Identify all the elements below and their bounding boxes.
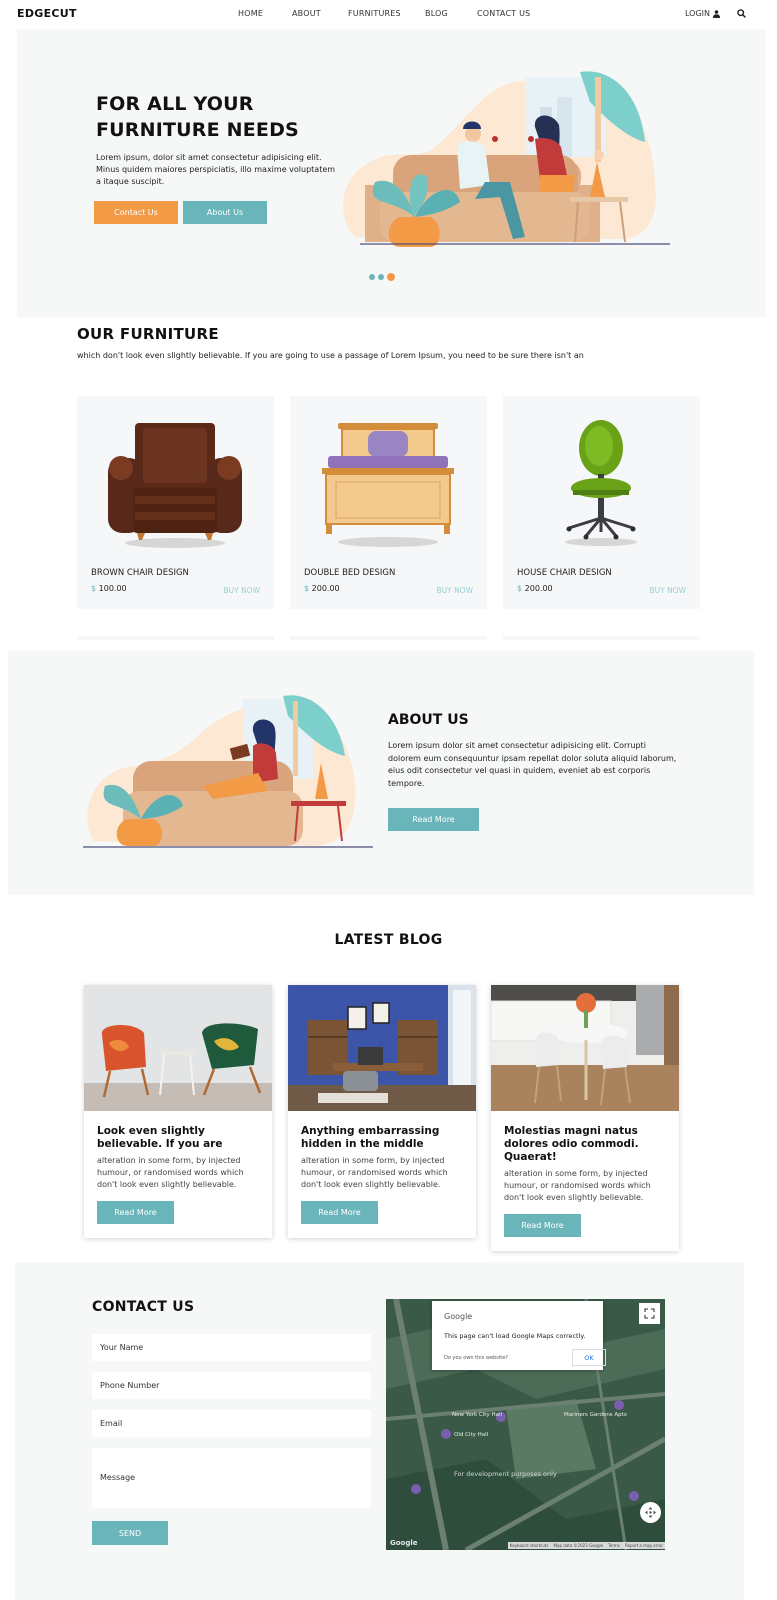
slider-dots [369,273,395,281]
product-name: BROWN CHAIR DESIGN [91,568,189,578]
slider-dot-active[interactable] [387,273,395,281]
about-read-more-button[interactable]: Read More [388,808,479,831]
google-brand: Google [444,1312,473,1321]
blog-image-study-room [288,985,476,1111]
product-name: DOUBLE BED DESIGN [304,568,396,578]
fullscreen-button[interactable] [639,1303,660,1324]
hero-contact-button[interactable]: Contact Us [94,201,178,224]
nav-about[interactable]: ABOUT [292,9,321,18]
product-price: $ 100.00 [91,584,127,593]
product-card[interactable]: HOUSE CHAIR DESIGN $ 200.00 BUY NOW [503,396,700,609]
living-room-illustration [343,71,670,247]
fullscreen-icon [644,1308,655,1319]
product-name: HOUSE CHAIR DESIGN [517,568,612,578]
map-label: New York City Hall [452,1412,503,1418]
nav-contact[interactable]: CONTACT US [477,9,530,18]
buy-now-link[interactable]: BUY NOW [436,586,473,595]
blog-image-dining-room [491,985,679,1111]
blog-read-more-button[interactable]: Read More [97,1201,174,1224]
slider-dot[interactable] [378,274,384,280]
buy-now-link[interactable]: BUY NOW [649,586,686,595]
product-card-partial [290,636,487,640]
map-pan-control[interactable] [640,1502,661,1523]
login-label: LOGIN [684,9,710,18]
map-footer-link[interactable]: Terms [608,1543,620,1548]
map-footer-link[interactable]: Keyboard shortcuts [510,1543,549,1548]
nav-furnitures[interactable]: FURNITURES [348,9,401,18]
blog-title: LATEST BLOG [334,932,443,948]
nav-blog[interactable]: BLOG [425,9,448,18]
office-chair-image [565,420,637,546]
product-card-partial [503,636,700,640]
send-button[interactable]: SEND [92,1521,168,1545]
furniture-subtitle: which don't look even slightly believabl… [77,351,584,360]
map-error-dialog: Google This page can't load Google Maps … [432,1301,606,1370]
product-card[interactable]: DOUBLE BED DESIGN $ 200.00 BUY NOW [290,396,487,609]
map-footer: Keyboard shortcuts Map data ©2023 Google… [507,1542,665,1549]
user-icon [713,9,720,18]
blog-post-title[interactable]: Look even slightly believable. If you ar… [97,1125,259,1151]
login-link[interactable]: LOGIN [685,9,720,18]
map-dev-text: For development purposes only [454,1470,557,1478]
name-field[interactable]: Your Name [92,1334,371,1361]
map-label: Old City Hall [454,1432,489,1438]
map-owner-question: Do you own this website? [444,1355,508,1361]
map-footer-text: Map data ©2023 Google [553,1543,604,1548]
search-icon[interactable] [737,9,746,18]
product-price: $ 200.00 [517,584,553,593]
move-icon [645,1507,656,1518]
map-error-message: This page can't load Google Maps correct… [444,1332,586,1340]
hero-text: Lorem ipsum, dolor sit amet consectetur … [96,153,336,186]
hero-section: FOR ALL YOUR FURNITURE NEEDS Lorem ipsum,… [17,29,766,317]
blog-card: Molestias magni natus dolores odio commo… [491,985,679,1251]
reading-woman-illustration [83,695,373,848]
email-field[interactable]: Email [92,1410,371,1437]
product-card[interactable]: BROWN CHAIR DESIGN $ 100.00 BUY NOW [77,396,274,609]
product-card-partial [77,636,274,640]
about-section: ABOUT US Lorem ipsum dolor sit amet cons… [8,651,754,895]
hero-title: FOR ALL YOUR FURNITURE NEEDS [96,93,299,141]
product-price: $ 200.00 [304,584,340,593]
blog-post-excerpt: alteration in some form, by injected hum… [97,1156,244,1189]
about-text: Lorem ipsum dolor sit amet consectetur a… [388,741,677,788]
map-label: Mariners Gardens Apts [564,1412,627,1418]
blog-image-chairs [84,985,272,1111]
blog-card: Anything embarrassing hidden in the midd… [288,985,476,1238]
map-ok-button[interactable]: OK [572,1349,606,1366]
furniture-title: OUR FURNITURE [77,325,219,343]
google-logo[interactable]: Google [390,1539,418,1547]
armchair-image [108,423,242,548]
map-embed[interactable]: New York City Hall Old City Hall Mariner… [386,1299,665,1550]
blog-post-excerpt: alteration in some form, by injected hum… [504,1169,651,1202]
phone-field[interactable]: Phone Number [92,1372,371,1399]
blog-post-excerpt: alteration in some form, by injected hum… [301,1156,448,1189]
blog-post-title[interactable]: Molestias magni natus dolores odio commo… [504,1125,666,1164]
blog-card: Look even slightly believable. If you ar… [84,985,272,1238]
map-footer-link[interactable]: Report a map error [625,1543,663,1548]
blog-read-more-button[interactable]: Read More [301,1201,378,1224]
contact-section: CONTACT US Your Name Phone Number Email … [15,1262,744,1600]
blog-post-title[interactable]: Anything embarrassing hidden in the midd… [301,1125,463,1151]
nav-home[interactable]: HOME [238,9,263,18]
blog-read-more-button[interactable]: Read More [504,1214,581,1237]
slider-dot[interactable] [369,274,375,280]
buy-now-link[interactable]: BUY NOW [223,586,260,595]
contact-title: CONTACT US [92,1299,195,1315]
message-field[interactable]: Message [92,1448,371,1508]
about-title: ABOUT US [388,712,469,728]
site-logo[interactable]: EDGECUT [17,7,77,20]
bed-image [322,423,454,547]
hero-about-button[interactable]: About Us [183,201,267,224]
